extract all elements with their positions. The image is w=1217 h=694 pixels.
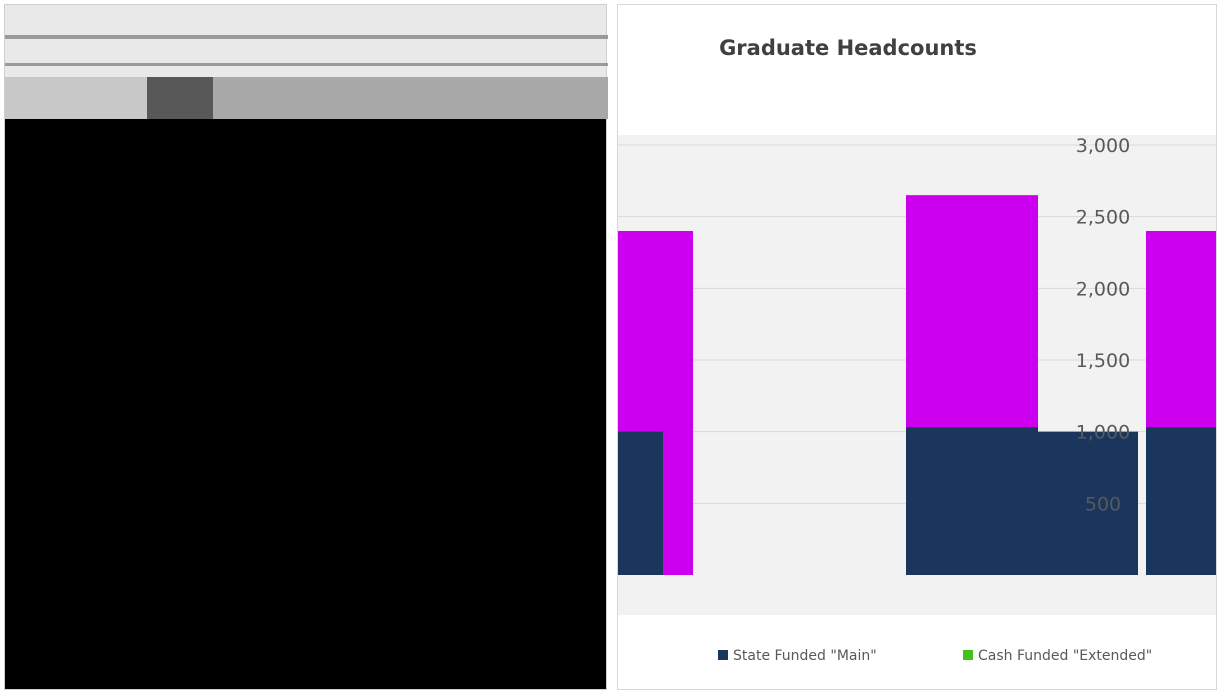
chart-panel: 500 1,000 1,500 2,000 2,500 3,000 Graduate He… xyxy=(617,4,1217,690)
legend-swatch xyxy=(963,650,973,660)
chart-canvas: 500 1,000 1,500 2,000 2,500 3,000 Graduate He… xyxy=(618,36,1216,664)
y-tick-label: 2,000 xyxy=(1076,278,1130,300)
legend-label: Cash Funded "Extended" xyxy=(978,648,1152,664)
header-rule xyxy=(5,35,608,39)
legend-label: State Funded "Main" xyxy=(733,648,877,664)
header-rule xyxy=(5,63,608,66)
y-tick-label: 3,000 xyxy=(1076,135,1130,157)
header-cell xyxy=(147,77,213,119)
header-cell xyxy=(213,77,608,119)
y-tick-label: 500 xyxy=(1085,493,1121,515)
chart-title: Graduate Headcounts xyxy=(719,36,977,60)
bar xyxy=(618,431,663,575)
left-panel-header xyxy=(5,5,608,119)
y-tick-label: 1,000 xyxy=(1076,422,1130,444)
left-panel xyxy=(4,4,608,690)
y-tick-label: 2,500 xyxy=(1076,207,1130,229)
legend: State Funded "Main" Cash Funded "Extended… xyxy=(718,648,1152,664)
bar xyxy=(1146,427,1216,575)
y-tick-label: 1,500 xyxy=(1076,350,1130,372)
header-cell xyxy=(5,77,147,119)
legend-swatch xyxy=(718,650,728,660)
